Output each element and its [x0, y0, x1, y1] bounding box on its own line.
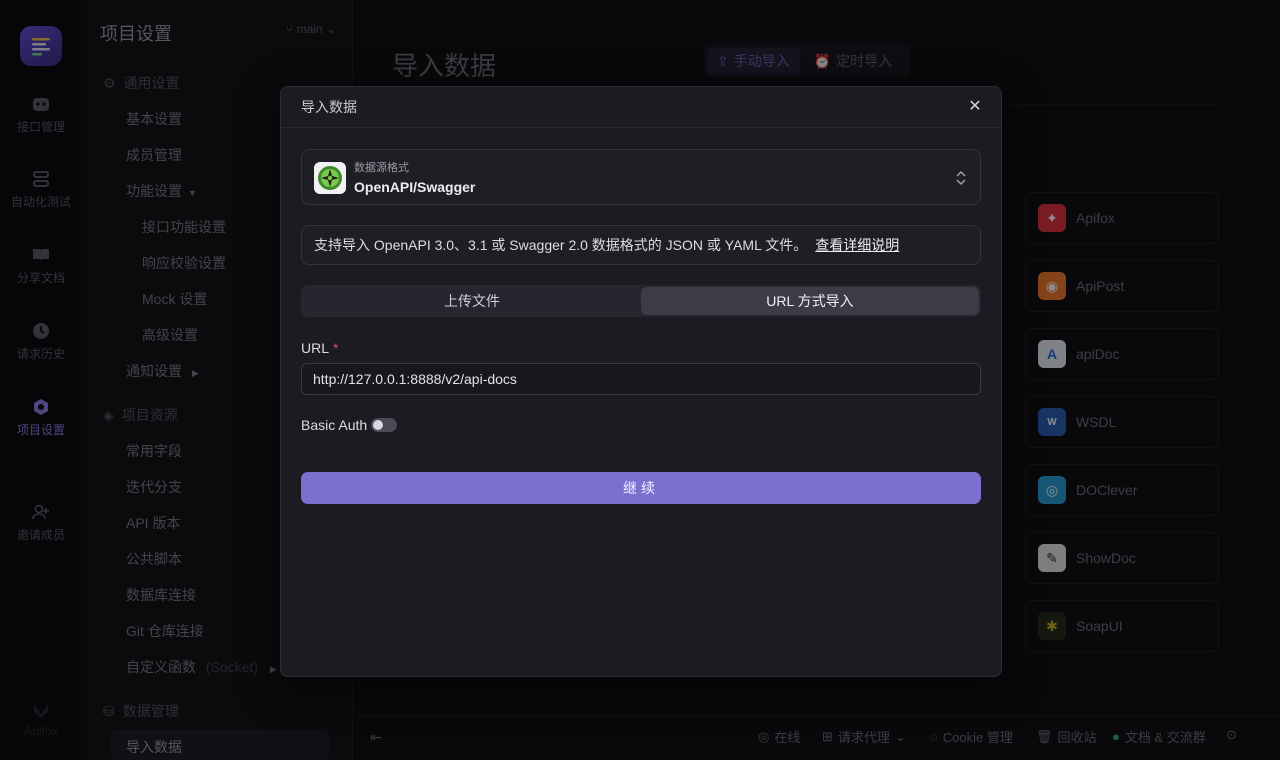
swagger-icon [314, 162, 346, 194]
details-link[interactable]: 查看详细说明 [815, 235, 899, 255]
import-method-tabs: 上传文件 URL 方式导入 [301, 285, 981, 317]
url-input[interactable] [301, 363, 981, 395]
label-text: URL [301, 340, 330, 356]
basic-auth-label: Basic Auth [301, 417, 368, 433]
format-value: OpenAPI/Swagger [354, 179, 476, 195]
import-data-modal: 导入数据 ✕ 数据源格式 OpenAPI/Swagger 支持导入 OpenAP… [280, 86, 1002, 677]
modal-header: 导入数据 [281, 87, 1001, 128]
data-format-select[interactable]: 数据源格式 OpenAPI/Swagger [301, 149, 981, 205]
chevron-updown-icon [956, 170, 966, 186]
info-text: 支持导入 OpenAPI 3.0、3.1 或 Swagger 2.0 数据格式的… [314, 237, 808, 253]
basic-auth-row: Basic Auth [301, 417, 398, 433]
close-icon[interactable]: ✕ [967, 99, 983, 115]
format-info: 支持导入 OpenAPI 3.0、3.1 或 Swagger 2.0 数据格式的… [301, 225, 981, 265]
tab-url-import[interactable]: URL 方式导入 [641, 287, 979, 315]
format-label: 数据源格式 [354, 162, 409, 174]
continue-button[interactable]: 继续 [301, 472, 981, 504]
modal-title: 导入数据 [301, 99, 357, 115]
tab-upload-file[interactable]: 上传文件 [303, 287, 641, 315]
url-field-label: URL * [301, 340, 338, 356]
basic-auth-toggle[interactable] [371, 418, 398, 432]
required-marker: * [333, 340, 339, 356]
